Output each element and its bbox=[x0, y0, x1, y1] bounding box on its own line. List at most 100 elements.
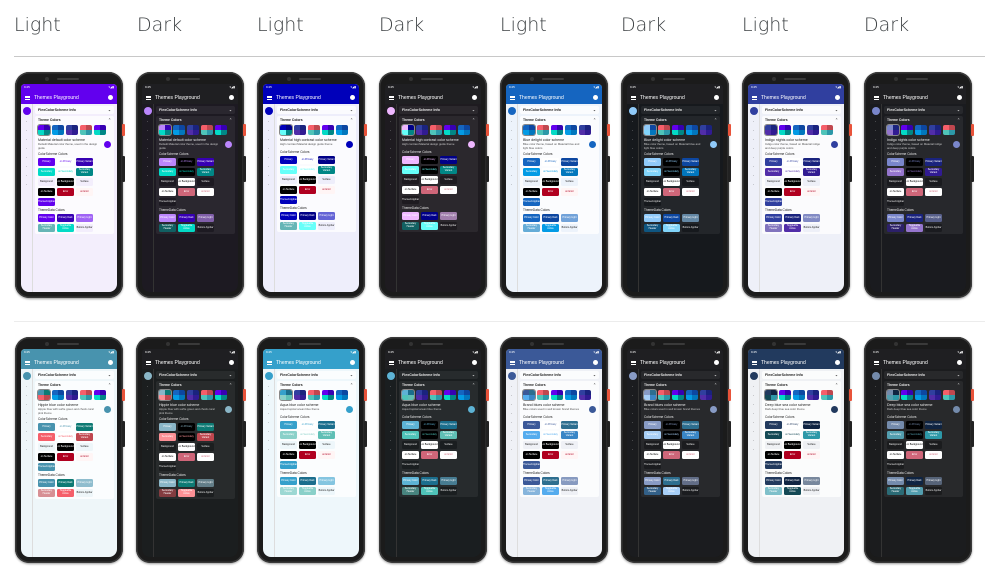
unfold-icon[interactable]: · bbox=[388, 156, 393, 160]
rail-fab-button[interactable] bbox=[386, 107, 395, 115]
menu-icon[interactable] bbox=[874, 360, 879, 365]
chevron-down-icon[interactable]: ⌄ bbox=[957, 373, 960, 377]
rail-fab-button[interactable] bbox=[749, 372, 758, 380]
color-chip[interactable]: on Background bbox=[784, 178, 801, 186]
themedata-chip[interactable]: Primary Light bbox=[76, 479, 93, 487]
color-chip[interactable]: on Secondary bbox=[299, 166, 316, 174]
themedata-chip[interactable]: Bottom Appbar bbox=[561, 487, 578, 495]
color-chip[interactable]: Background bbox=[887, 178, 904, 186]
expand-icon[interactable]: · bbox=[509, 120, 514, 124]
themedata-chip[interactable]: Toggleable Active bbox=[299, 222, 316, 230]
color-chip[interactable]: Secondary bbox=[644, 431, 661, 439]
themedata-chip[interactable]: Primary Dark bbox=[906, 477, 923, 485]
color-chip[interactable]: Primary Variant bbox=[197, 423, 214, 431]
color-chip[interactable]: Primary bbox=[280, 421, 297, 429]
themedata-chip[interactable]: Primary Light bbox=[561, 214, 578, 222]
flexcolorscheme-info-card[interactable]: FlexColorScheme Info ⌄ bbox=[884, 371, 963, 379]
themedata-chip[interactable]: Toggleable Active bbox=[178, 224, 195, 232]
themedata-chip[interactable]: Secondary Header bbox=[159, 489, 176, 497]
color-chip[interactable]: on Error bbox=[76, 453, 93, 461]
themedata-chip[interactable]: Primary Dark bbox=[542, 214, 559, 222]
color-chip[interactable]: on Error bbox=[682, 188, 699, 196]
unfold-icon[interactable]: · bbox=[509, 156, 514, 160]
chevron-down-icon[interactable]: ⌄ bbox=[835, 373, 838, 377]
card-header[interactable]: Theme Colors ⌃ bbox=[523, 383, 596, 387]
color-chip[interactable]: Primary Variant bbox=[440, 421, 457, 429]
color-chip[interactable]: Secondary Variant bbox=[76, 433, 93, 441]
chevron-up-icon[interactable]: ⌃ bbox=[835, 383, 838, 387]
color-chip[interactable]: on Secondary bbox=[663, 168, 680, 176]
chevron-up-icon[interactable]: · bbox=[24, 147, 29, 151]
color-chip[interactable]: on Error bbox=[561, 188, 578, 196]
dark-mode-icon[interactable]: · bbox=[509, 448, 514, 452]
themedata-chip[interactable]: Primary Color bbox=[765, 477, 782, 485]
themedata-chip[interactable]: Primary Color bbox=[887, 214, 904, 222]
theme-swatch[interactable] bbox=[901, 390, 913, 400]
chevron-up-icon[interactable]: · bbox=[509, 147, 514, 151]
chevron-up-icon[interactable]: · bbox=[630, 147, 635, 151]
color-chip[interactable]: Themed Appbar bbox=[765, 461, 782, 469]
color-chip[interactable]: Secondary Variant bbox=[318, 166, 335, 174]
color-chip[interactable]: Background bbox=[765, 441, 782, 449]
rotate-icon[interactable]: · bbox=[266, 439, 271, 443]
color-chip[interactable]: on Primary bbox=[784, 421, 801, 429]
color-chip[interactable]: Secondary bbox=[887, 168, 904, 176]
theme-swatch[interactable] bbox=[52, 390, 64, 400]
menu-icon[interactable] bbox=[631, 360, 636, 365]
color-chip[interactable]: on Primary bbox=[299, 421, 316, 429]
color-chip[interactable]: Background bbox=[765, 178, 782, 186]
edit-icon[interactable]: · bbox=[266, 394, 271, 398]
color-chip[interactable]: on Error bbox=[803, 188, 820, 196]
color-chip[interactable]: Primary Variant bbox=[803, 158, 820, 166]
color-chip[interactable]: Primary Variant bbox=[682, 421, 699, 429]
flexcolorscheme-info-card[interactable]: FlexColorScheme Info ⌄ bbox=[762, 371, 841, 379]
info-icon[interactable] bbox=[350, 360, 355, 365]
color-chip[interactable]: Primary bbox=[159, 423, 176, 431]
menu-icon[interactable] bbox=[25, 95, 30, 100]
color-chip[interactable]: Themed Appbar bbox=[887, 198, 904, 206]
edit-icon[interactable]: · bbox=[509, 394, 514, 398]
unfold-icon[interactable]: · bbox=[509, 421, 514, 425]
color-chip[interactable]: Secondary Variant bbox=[197, 433, 214, 441]
info-icon[interactable] bbox=[957, 360, 962, 365]
dark-mode-icon[interactable]: · bbox=[873, 448, 878, 452]
rotate-icon[interactable]: · bbox=[145, 174, 150, 178]
color-chip[interactable]: Primary bbox=[523, 421, 540, 429]
height-icon[interactable]: · bbox=[751, 430, 756, 434]
themedata-chip[interactable]: Secondary Header bbox=[402, 487, 419, 495]
color-chip[interactable]: Secondary bbox=[402, 166, 419, 174]
info-icon[interactable] bbox=[229, 360, 234, 365]
theme-swatch[interactable] bbox=[579, 390, 591, 400]
theme-swatch[interactable] bbox=[643, 389, 657, 401]
chevron-down-icon[interactable]: · bbox=[145, 403, 150, 407]
color-chip[interactable]: Background bbox=[402, 176, 419, 184]
rotate-icon[interactable]: · bbox=[24, 174, 29, 178]
themedata-chip[interactable]: Toggleable Active bbox=[784, 487, 801, 495]
color-chip[interactable]: Primary bbox=[402, 421, 419, 429]
height-icon[interactable]: · bbox=[509, 165, 514, 169]
color-chip[interactable]: on Secondary bbox=[421, 431, 438, 439]
rail-fab-button[interactable] bbox=[628, 372, 637, 380]
theme-swatch[interactable] bbox=[308, 390, 320, 400]
info-icon[interactable] bbox=[229, 95, 234, 100]
color-chip[interactable]: on Error bbox=[440, 186, 457, 194]
color-chip[interactable]: on Secondary bbox=[178, 433, 195, 441]
rotate-icon[interactable]: · bbox=[509, 439, 514, 443]
edit-icon[interactable]: · bbox=[145, 394, 150, 398]
color-chip[interactable]: Secondary Variant bbox=[682, 431, 699, 439]
color-chip[interactable]: Surface bbox=[197, 178, 214, 186]
flexcolorscheme-info-card[interactable]: FlexColorScheme Info ⌄ bbox=[156, 371, 235, 379]
chevron-down-icon[interactable]: · bbox=[751, 403, 756, 407]
color-chip[interactable]: Themed Appbar bbox=[280, 461, 297, 469]
color-chip[interactable]: Primary bbox=[644, 421, 661, 429]
rail-fab-button[interactable] bbox=[264, 372, 273, 380]
themedata-chip[interactable]: Secondary Header bbox=[765, 224, 782, 232]
color-chip[interactable]: on Secondary bbox=[421, 166, 438, 174]
color-chip[interactable]: Themed Appbar bbox=[765, 198, 782, 206]
themedata-chip[interactable]: Primary Color bbox=[644, 214, 661, 222]
color-chip[interactable]: on Error bbox=[76, 188, 93, 196]
expand-icon[interactable]: · bbox=[266, 120, 271, 124]
theme-swatch[interactable] bbox=[915, 125, 927, 135]
color-chip[interactable]: Surface bbox=[197, 443, 214, 451]
color-chip[interactable]: Primary bbox=[159, 158, 176, 166]
